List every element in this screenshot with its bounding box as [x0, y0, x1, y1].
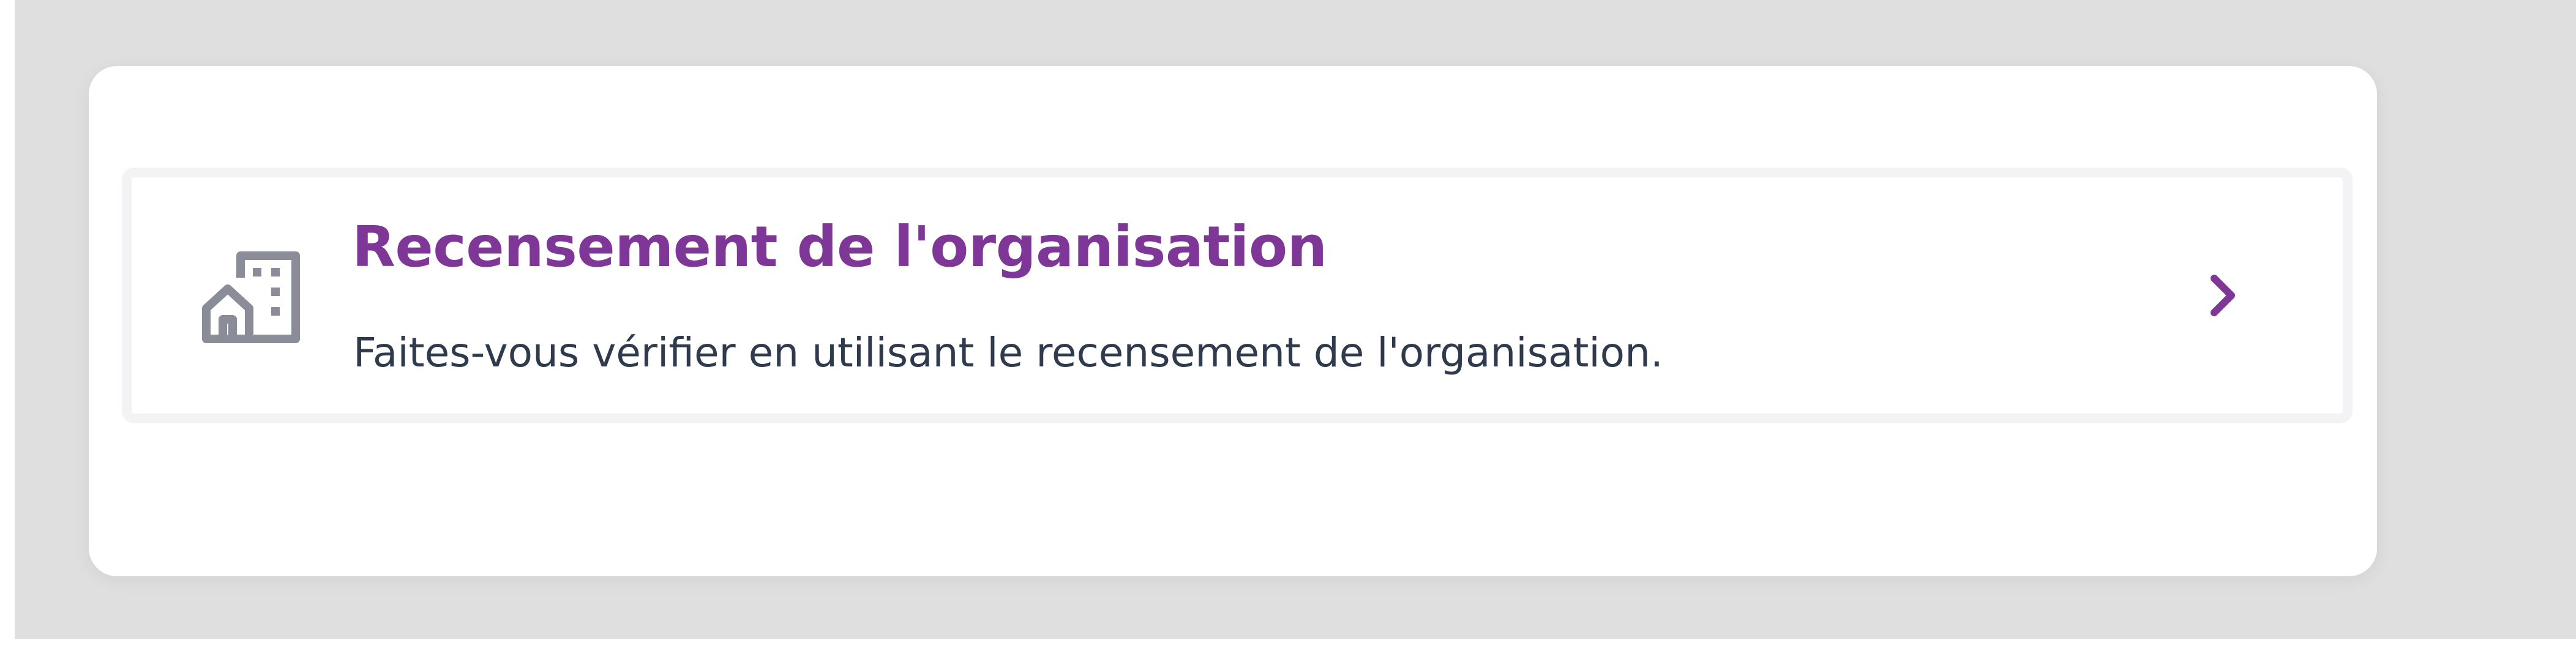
- building-icon: [201, 251, 301, 344]
- page-backdrop: Recensement de l'organisation Faites-vou…: [15, 0, 2576, 639]
- organisation-census-option[interactable]: Recensement de l'organisation Faites-vou…: [122, 168, 2353, 423]
- option-title: Recensement de l'organisation: [352, 214, 1327, 280]
- option-description: Faites-vous vérifier en utilisant le rec…: [353, 329, 1663, 376]
- chevron-right-icon[interactable]: [2208, 273, 2237, 317]
- verification-card: Recensement de l'organisation Faites-vou…: [89, 66, 2377, 576]
